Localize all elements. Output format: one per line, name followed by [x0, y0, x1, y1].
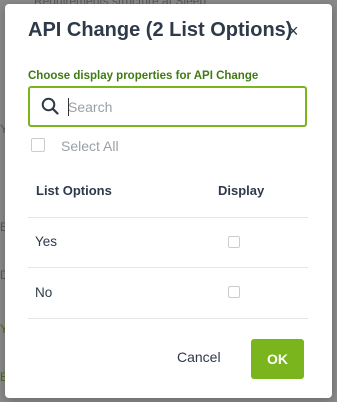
- display-checkbox[interactable]: [228, 236, 240, 248]
- row-divider: [28, 267, 308, 268]
- display-checkbox[interactable]: [228, 286, 240, 298]
- row-label: No: [35, 285, 53, 300]
- list-options-dialog: API Change (2 List Options) × Choose dis…: [5, 4, 332, 398]
- close-icon[interactable]: ×: [288, 21, 299, 41]
- search-icon: [41, 97, 59, 120]
- search-input[interactable]: [68, 88, 296, 125]
- select-all-label: Select All: [61, 138, 119, 154]
- column-header-list-options: List Options: [36, 183, 112, 198]
- cancel-button[interactable]: Cancel: [177, 349, 221, 365]
- row-divider: [28, 217, 308, 218]
- row-divider: [28, 318, 308, 319]
- column-header-display: Display: [218, 183, 265, 198]
- text-cursor: [68, 98, 69, 116]
- ok-button[interactable]: OK: [251, 339, 304, 379]
- dialog-title: API Change (2 List Options): [28, 19, 293, 41]
- row-label: Yes: [35, 234, 58, 249]
- search-box: [28, 86, 307, 127]
- dialog-subtitle: Choose display properties for API Change: [28, 70, 259, 82]
- select-all-checkbox[interactable]: [31, 138, 45, 152]
